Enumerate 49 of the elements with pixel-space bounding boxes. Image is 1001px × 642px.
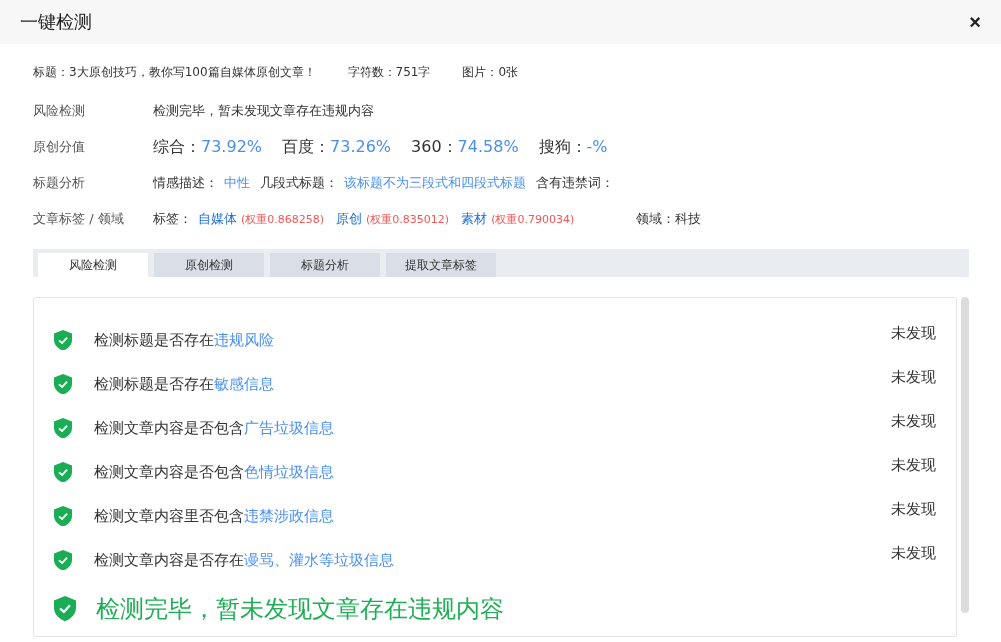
analysis-label: 情感描述：: [153, 174, 218, 192]
check-result: 未发现: [891, 412, 936, 431]
score-value: 73.26%: [330, 136, 392, 156]
score-label: 360：: [411, 136, 458, 158]
scrollbar[interactable]: [961, 297, 969, 613]
tab[interactable]: 风险检测: [38, 253, 148, 277]
check-result: 未发现: [891, 500, 936, 519]
article-info-text: 图片：0张: [462, 64, 519, 81]
risk-result-text: 检测完毕，暂未发现文章存在违规内容: [153, 102, 374, 120]
close-button[interactable]: ×: [965, 10, 985, 34]
article-info-text: 标题：3大原创技巧，教你写100篇自媒体原创文章！: [33, 64, 316, 81]
analysis-value: 中性: [224, 174, 250, 192]
tag-name: 素材: [461, 210, 488, 228]
check-description: 检测文章内容是否存在谩骂、灌水等垃圾信息: [94, 550, 395, 570]
tag-name: 自媒体: [198, 210, 237, 228]
window-title: 一键检测: [20, 10, 92, 34]
score-label: 综合：: [153, 136, 201, 158]
tag-name: 原创: [336, 210, 363, 228]
check-description: 检测标题是否存在敏感信息: [94, 374, 275, 394]
score-value: 74.58%: [457, 136, 519, 156]
tag-weight: (权重0.835012): [366, 212, 450, 227]
tag-weight: (权重0.790034): [491, 212, 575, 227]
tag-weight: (权重0.868258): [241, 212, 325, 227]
analysis-label: 含有违禁词：: [536, 174, 614, 192]
summary-text: 检测完毕，暂未发现文章存在违规内容: [96, 594, 504, 625]
check-result: 未发现: [891, 544, 936, 563]
score-label: 搜狗：: [538, 136, 587, 158]
row-label: 标题分析: [33, 174, 86, 192]
score-label: 百度：: [282, 136, 330, 158]
domain-text: 领域：科技: [636, 210, 702, 228]
check-description: 检测文章内容是否包含广告垃圾信息: [94, 418, 335, 438]
analysis-value: 该标题不为三段式和四段式标题: [344, 174, 526, 192]
check-result: 未发现: [891, 324, 936, 343]
check-result: 未发现: [891, 368, 936, 387]
article-info-text: 字符数：751字: [347, 64, 431, 81]
analysis-label: 几段式标题：: [260, 174, 338, 192]
row-label: 文章标签 / 领域: [33, 210, 125, 228]
score-value: -%: [586, 136, 608, 156]
score-value: 73.92%: [201, 136, 262, 156]
check-description: 检测文章内容里否包含违禁涉政信息: [94, 506, 335, 526]
check-description: 检测文章内容是否包含色情垃圾信息: [94, 462, 335, 482]
row-label: 风险检测: [33, 102, 86, 120]
tab[interactable]: 原创检测: [154, 253, 264, 277]
row-label: 原创分值: [33, 138, 86, 156]
check-description: 检测标题是否存在违规风险: [94, 330, 275, 350]
check-result: 未发现: [891, 456, 936, 475]
tab[interactable]: 标题分析: [270, 253, 380, 277]
tags-label: 标签：: [153, 210, 192, 228]
tab[interactable]: 提取文章标签: [386, 253, 496, 277]
